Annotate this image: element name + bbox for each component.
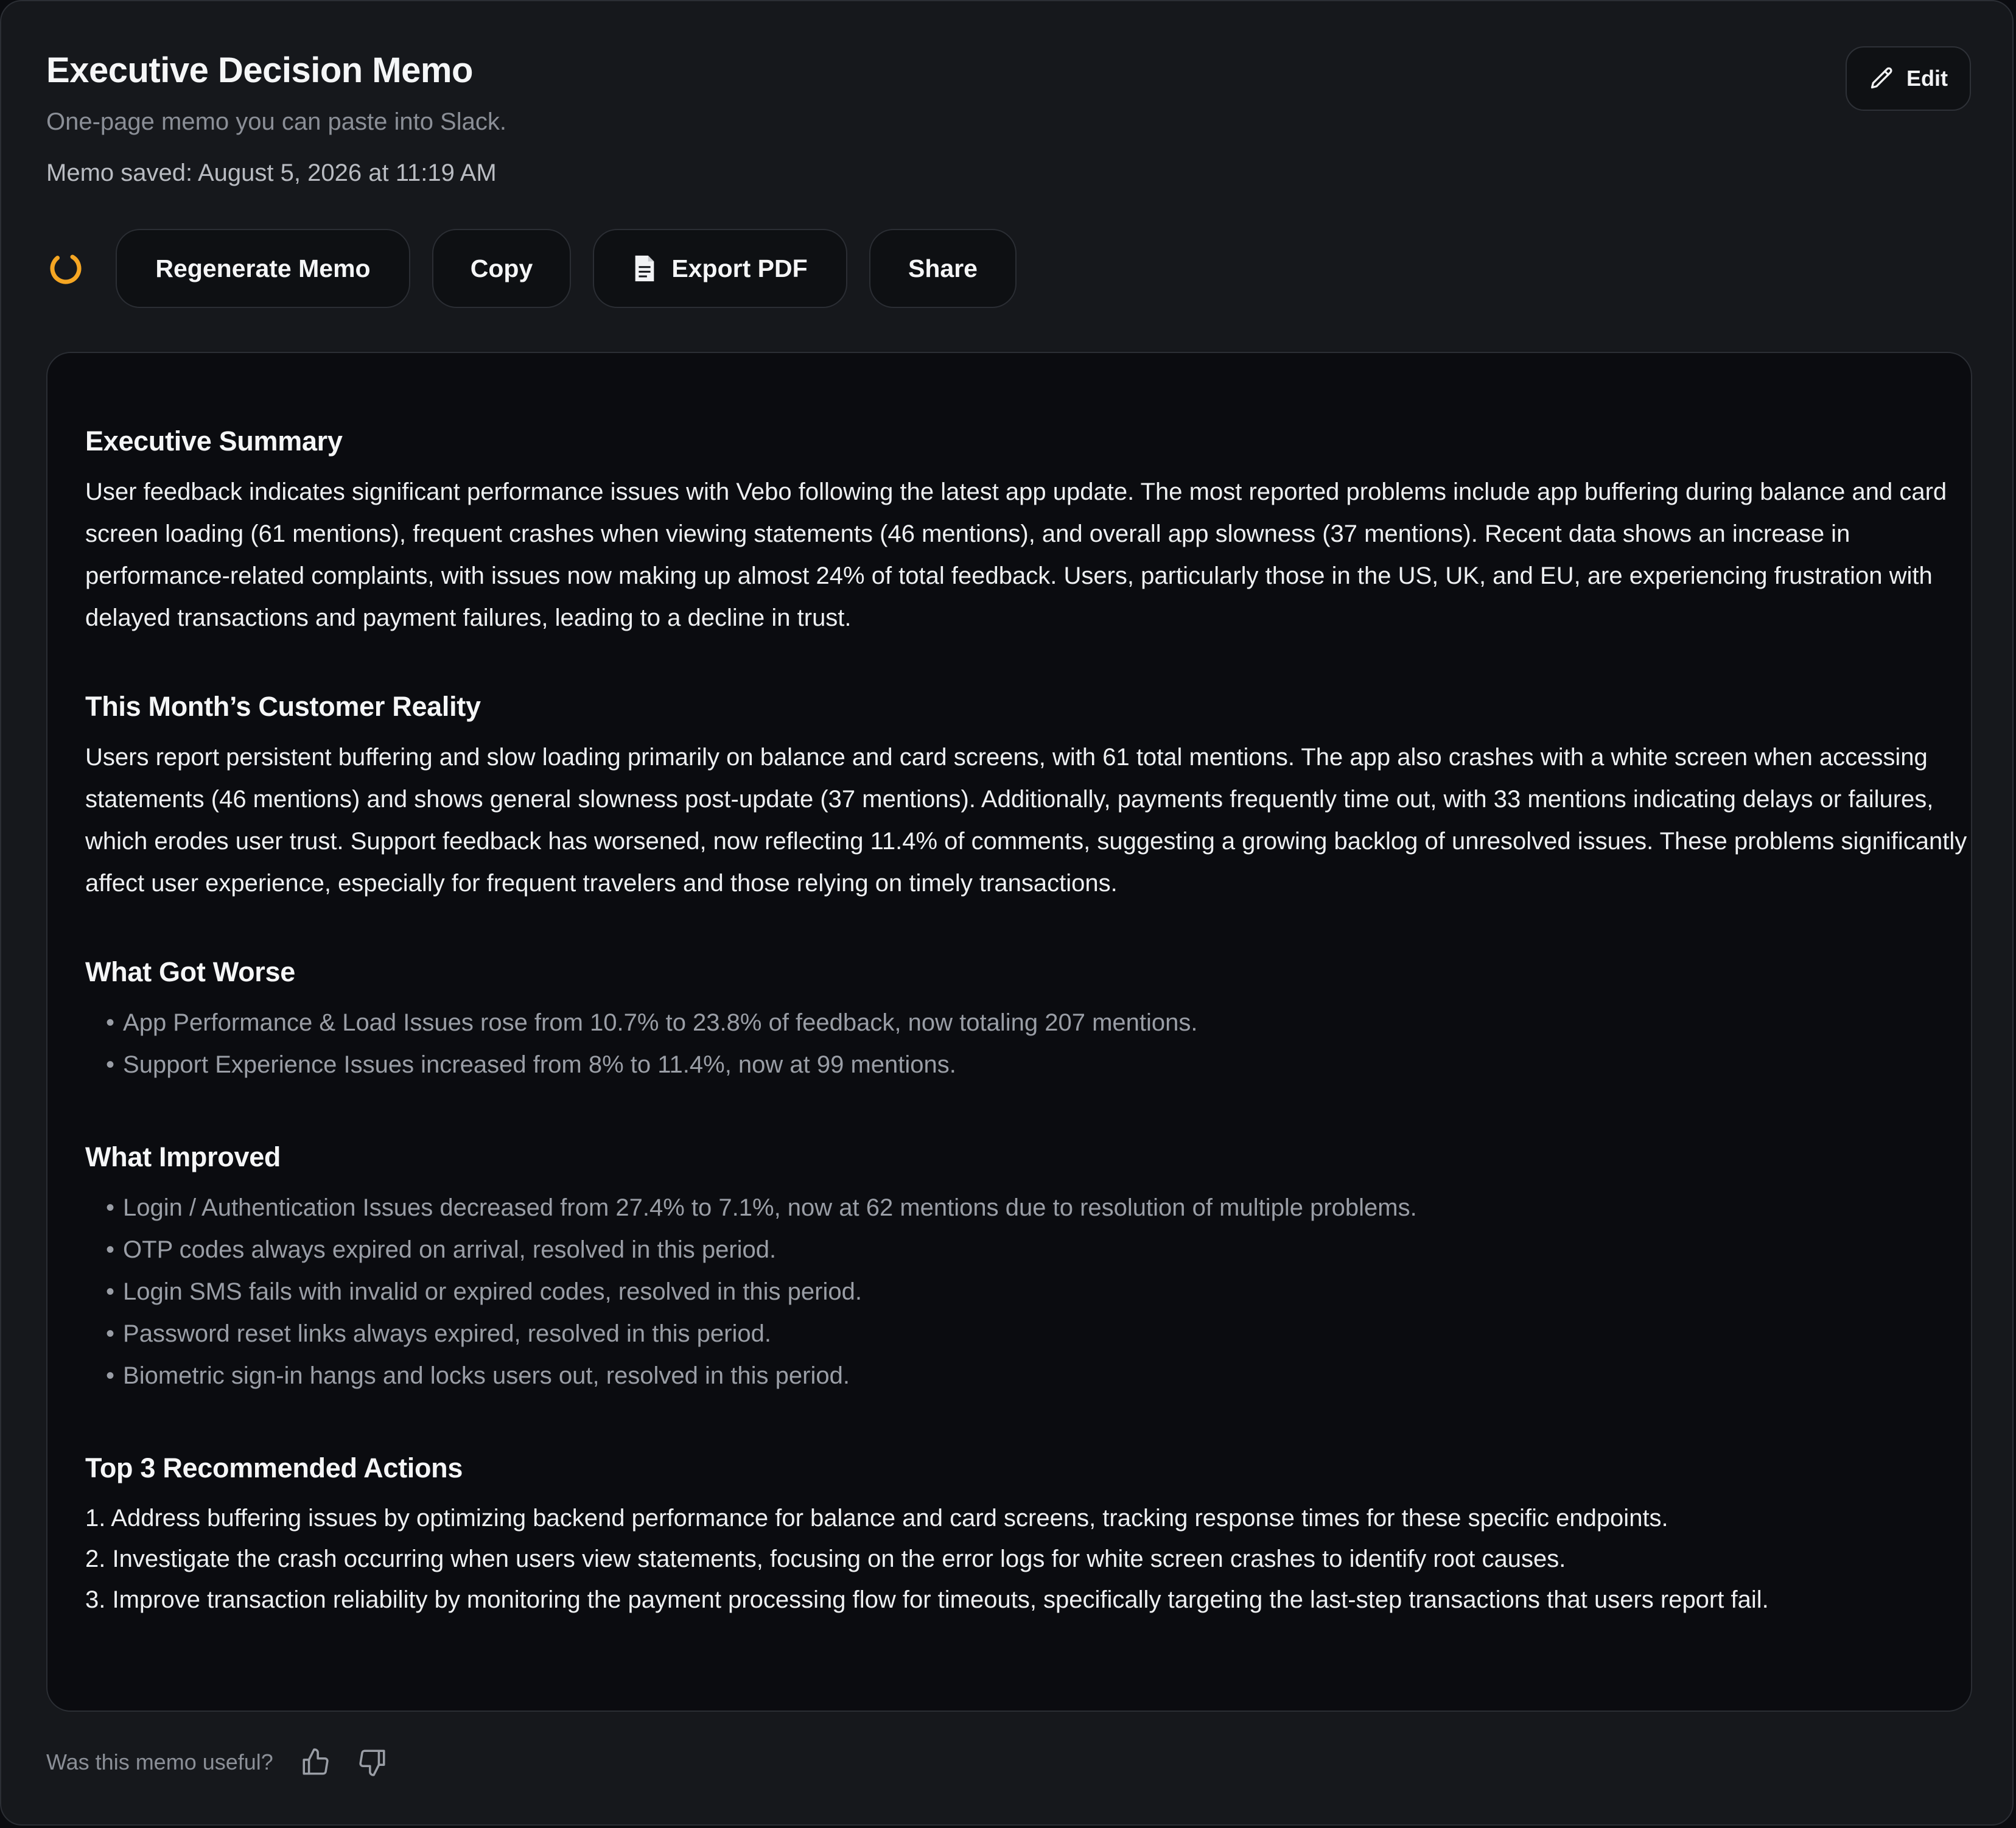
pencil-icon [1871,67,1892,89]
memo-body: Executive Summary User feedback indicate… [85,425,1978,1620]
edit-button-label: Edit [1906,66,1948,91]
copy-label: Copy [470,254,533,282]
thumbs-down-icon[interactable] [357,1747,388,1777]
regenerate-memo-label: Regenerate Memo [155,254,371,282]
list-item: Login / Authentication Issues decreased … [85,1187,1978,1229]
thumbs-up-icon[interactable] [300,1747,331,1777]
list-item: OTP codes always expired on arrival, res… [85,1229,1978,1271]
list-item: Support Experience Issues increased from… [85,1044,1978,1086]
feedback-question: Was this memo useful? [46,1749,273,1774]
export-pdf-button[interactable]: Export PDF [593,229,847,308]
summary-paragraph: User feedback indicates significant perf… [85,478,1947,631]
memo-content-panel: Executive Summary User feedback indicate… [46,352,1972,1712]
reality-paragraph: Users report persistent buffering and sl… [85,744,1967,897]
section-heading-improved: What Improved [85,1141,281,1172]
loading-spinner-icon [50,253,82,284]
list-item: 3. Improve transaction reliability by mo… [85,1586,1769,1613]
list-item: App Performance & Load Issues rose from … [85,1002,1978,1044]
feedback-bar: Was this memo useful? [46,1741,388,1784]
list-item: Login SMS fails with invalid or expired … [85,1271,1978,1313]
share-label: Share [908,254,978,282]
memo-toolbar: Regenerate Memo Copy Export PDF Share [46,229,1017,308]
document-icon [635,255,654,282]
list-item: 2. Investigate the crash occurring when … [85,1546,1566,1572]
memo-card: Executive Decision Memo One-page memo yo… [0,0,2014,1826]
copy-button[interactable]: Copy [432,229,571,308]
section-heading-summary: Executive Summary [85,425,343,457]
share-button[interactable]: Share [869,229,1017,308]
page-title: Executive Decision Memo [46,51,473,90]
export-pdf-label: Export PDF [671,254,808,282]
saved-timestamp: Memo saved: August 5, 2026 at 11:19 AM [46,159,497,186]
regenerate-memo-button[interactable]: Regenerate Memo [116,229,410,308]
page-subtitle: One-page memo you can paste into Slack. [46,108,506,135]
list-item: Password reset links always expired, res… [85,1313,1978,1355]
section-heading-actions: Top 3 Recommended Actions [85,1452,463,1483]
worse-list: App Performance & Load Issues rose from … [85,1002,1978,1086]
section-heading-worse: What Got Worse [85,956,295,987]
section-heading-reality: This Month’s Customer Reality [85,691,481,722]
list-item: 1. Address buffering issues by optimizin… [85,1505,1668,1532]
actions-list: 1. Address buffering issues by optimizin… [85,1498,1978,1620]
edit-button[interactable]: Edit [1846,46,1971,111]
list-item: Biometric sign-in hangs and locks users … [85,1355,1978,1397]
improved-list: Login / Authentication Issues decreased … [85,1187,1978,1397]
